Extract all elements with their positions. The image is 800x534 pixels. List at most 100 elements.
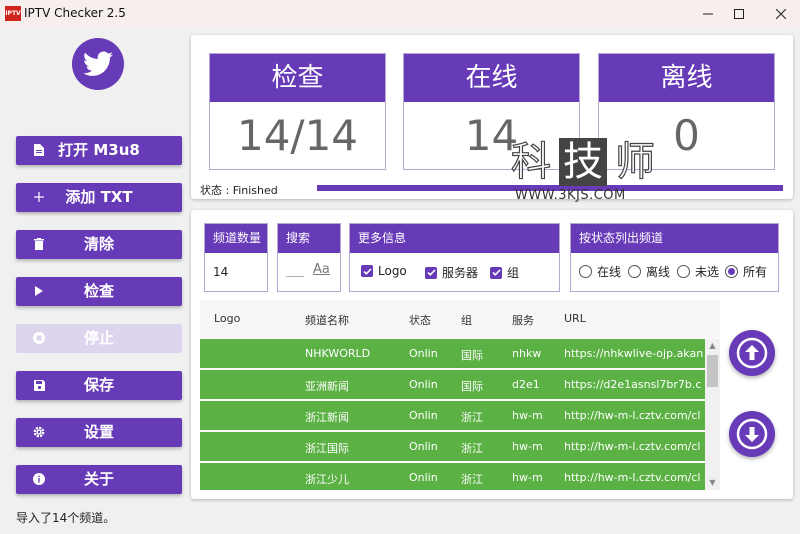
cell-name: 亚洲新闻 (305, 380, 349, 393)
add-txt-button[interactable]: 添加 TXT (16, 183, 182, 212)
cell-status: Onlin (409, 440, 438, 453)
font-size-icon[interactable]: Aa (313, 262, 330, 277)
list-by-status-box: 按状态列出频道 在线 离线 未选 所有 (570, 223, 779, 292)
check-status-text: 状态 : Finished (200, 184, 278, 197)
radio-unselected[interactable]: 未选 (677, 263, 719, 280)
radio-all-label: 所有 (743, 265, 768, 279)
cell-server: d2e1 (512, 378, 540, 391)
cell-url: https://d2e1asnsl7br7b.c (564, 378, 702, 391)
open-m3u8-label: 打开 M3u8 (58, 141, 140, 159)
cell-url: http://hw-m-l.cztv.com/cl (564, 471, 701, 484)
about-label: 关于 (83, 470, 114, 488)
add-txt-label: 添加 TXT (65, 188, 133, 206)
cell-name: 浙江国际 (305, 442, 349, 455)
scroll-down-arrow-icon[interactable]: ▼ (705, 476, 720, 490)
radio-selected-icon (725, 265, 738, 278)
settings-button[interactable]: 设置 (16, 418, 182, 447)
avatar[interactable] (72, 38, 124, 90)
clear-label: 清除 (83, 235, 114, 253)
close-icon (776, 9, 786, 19)
table-scrollbar[interactable]: ▲ ▼ (705, 339, 720, 490)
table-row[interactable]: NHKWORLD Onlin 国际 nhkw https://nhkwlive-… (200, 339, 705, 369)
cell-url: https://nhkwlive-ojp.akan (564, 347, 704, 360)
cell-group: 浙江 (461, 473, 483, 486)
file-icon (32, 143, 46, 157)
open-m3u8-button[interactable]: 打开 M3u8 (16, 136, 182, 165)
cell-group: 浙江 (461, 442, 483, 455)
cell-url: http://hw-m-l.cztv.com/cl (564, 409, 701, 422)
column-header-status[interactable]: 状态 (409, 312, 431, 328)
settings-label: 设置 (83, 423, 114, 441)
cell-name: NHKWORLD (305, 347, 371, 360)
cell-name: 浙江新闻 (305, 411, 349, 424)
radio-offline[interactable]: 离线 (628, 263, 670, 280)
cell-group: 国际 (461, 349, 483, 362)
check-stat-card: 检查 14/14 (209, 53, 386, 170)
cell-status: Onlin (409, 378, 438, 391)
channel-table: NHKWORLD Onlin 国际 nhkw https://nhkwlive-… (200, 339, 705, 490)
watermark-char: 技 (559, 138, 607, 186)
logo-checkbox[interactable]: Logo (361, 264, 407, 278)
status-bar-text: 导入了14个频道。 (16, 511, 116, 525)
scrollbar-thumb[interactable] (707, 355, 718, 387)
cell-server: hw-m (512, 409, 542, 422)
cell-server: hw-m (512, 440, 542, 453)
save-label: 保存 (83, 376, 114, 394)
check-button[interactable]: 检查 (16, 277, 182, 306)
radio-circle-icon (628, 265, 641, 278)
arrow-down-circle-icon (736, 418, 768, 450)
radio-all[interactable]: 所有 (725, 263, 767, 280)
gear-icon (32, 425, 46, 439)
title-bar: IPTV IPTV Checker 2.5 (0, 0, 800, 28)
stop-label: 停止 (83, 329, 114, 347)
checkmark-icon (490, 266, 502, 279)
group-checkbox-label: 组 (507, 266, 520, 280)
table-header: Logo 频道名称 状态 组 服务 URL (200, 300, 720, 338)
more-info-label: 更多信息 (350, 224, 559, 253)
radio-offline-label: 离线 (646, 265, 671, 279)
play-icon (32, 284, 46, 298)
cell-status: Onlin (409, 471, 438, 484)
save-icon (32, 378, 46, 392)
radio-online[interactable]: 在线 (579, 263, 621, 280)
offline-stat-label: 离线 (599, 54, 774, 102)
column-header-server[interactable]: 服务 (512, 312, 534, 328)
maximize-button[interactable] (716, 0, 762, 28)
check-stat-label: 检查 (210, 54, 385, 102)
search-input[interactable]: ___ (286, 263, 304, 277)
online-stat-label: 在线 (404, 54, 579, 102)
radio-unselected-label: 未选 (695, 265, 720, 279)
table-row[interactable]: 亚洲新闻 Onlin 国际 d2e1 https://d2e1asnsl7br7… (200, 370, 705, 400)
logo-checkbox-label: Logo (378, 264, 407, 278)
stop-button[interactable]: 停止 (16, 324, 182, 353)
more-info-box: 更多信息 Logo 服务器 组 (349, 223, 560, 292)
radio-online-label: 在线 (597, 265, 622, 279)
clear-button[interactable]: 清除 (16, 230, 182, 259)
channel-count-value: 14 (213, 265, 229, 279)
server-checkbox-label: 服务器 (442, 266, 479, 280)
watermark-char: 科 (510, 138, 551, 185)
table-row[interactable]: 浙江少儿 Onlin 浙江 hw-m http://hw-m-l.cztv.co… (200, 463, 705, 490)
column-header-logo[interactable]: Logo (214, 312, 240, 325)
cell-server: nhkw (512, 347, 542, 360)
column-header-group[interactable]: 组 (461, 312, 472, 328)
move-down-button[interactable] (729, 411, 775, 457)
save-button[interactable]: 保存 (16, 371, 182, 400)
close-button[interactable] (758, 0, 800, 28)
column-header-url[interactable]: URL (564, 312, 586, 325)
channel-count-box: 频道数量 14 (204, 223, 268, 292)
maximize-icon (734, 9, 744, 19)
stop-icon (32, 331, 46, 345)
plus-icon (32, 190, 46, 204)
twitter-bird-icon (83, 51, 113, 76)
column-header-name[interactable]: 频道名称 (305, 312, 349, 328)
group-checkbox[interactable]: 组 (490, 264, 519, 281)
about-button[interactable]: 关于 (16, 465, 182, 494)
table-row[interactable]: 浙江新闻 Onlin 浙江 hw-m http://hw-m-l.cztv.co… (200, 401, 705, 431)
table-row[interactable]: 浙江国际 Onlin 浙江 hw-m http://hw-m-l.cztv.co… (200, 432, 705, 462)
radio-circle-icon (677, 265, 690, 278)
move-up-button[interactable] (729, 330, 775, 376)
scroll-up-arrow-icon[interactable]: ▲ (705, 339, 720, 353)
server-checkbox[interactable]: 服务器 (425, 264, 478, 281)
app-icon: IPTV (5, 6, 21, 21)
